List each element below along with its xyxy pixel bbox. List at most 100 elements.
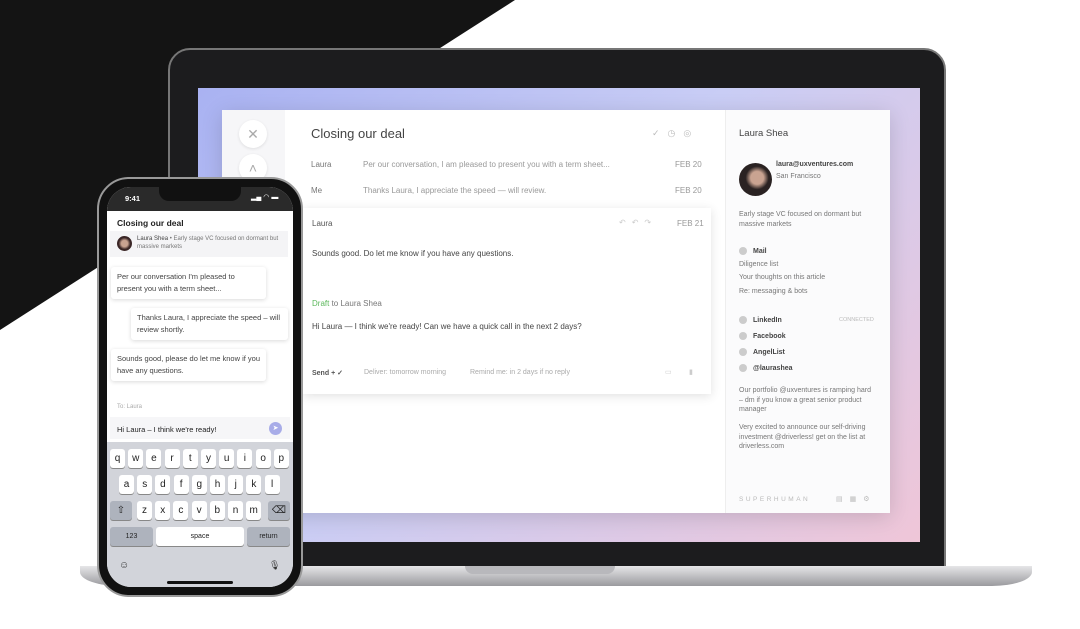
message-body: Sounds good. Do let me know if you have … — [312, 249, 514, 258]
key[interactable]: u — [219, 449, 235, 468]
key[interactable]: r — [164, 449, 180, 468]
angellist-icon — [739, 348, 747, 356]
home-indicator — [167, 581, 233, 584]
calendar-icon[interactable]: ▤ — [836, 496, 850, 503]
social-label: Facebook — [753, 332, 786, 340]
social-angellist[interactable]: AngelList — [739, 348, 785, 356]
laptop-notch — [465, 566, 615, 574]
attach-icon[interactable]: ▭ — [665, 368, 672, 376]
send-label: Send — [312, 370, 330, 377]
key[interactable]: i — [237, 449, 253, 468]
trash-icon[interactable]: ▮ — [689, 368, 693, 376]
contact-bio: Early stage VC focused on dormant but ma… — [739, 211, 862, 228]
key[interactable]: s — [137, 475, 153, 494]
key[interactable]: l — [264, 475, 280, 494]
send-icon[interactable]: ➤ — [269, 422, 282, 435]
key[interactable]: f — [173, 475, 189, 494]
tweet: Very excited to announce our self-drivin… — [739, 424, 866, 450]
social-label: LinkedIn — [753, 316, 782, 324]
key[interactable]: v — [191, 501, 207, 520]
sender: Me — [311, 186, 323, 195]
mail-item[interactable]: Your thoughts on this article — [739, 274, 825, 281]
mail-icon — [739, 247, 747, 255]
key[interactable]: k — [246, 475, 262, 494]
keyboard: q w e r t y u i o p a s d f g h j k l ⇧ z x c v b n m ⌫ 123 space retu… — [107, 442, 293, 587]
email-app: ✕ ˄ Closing our deal ✓◷◎ Laura Per our co… — [222, 110, 890, 513]
contact-panel: Laura Shea laura@uxventures.com San Fran… — [725, 110, 890, 513]
key[interactable]: a — [119, 475, 134, 494]
key[interactable]: o — [255, 449, 271, 468]
reply-all-icon[interactable]: ↶ — [632, 218, 645, 227]
preview: Per our conversation, I am pleased to pr… — [363, 160, 610, 169]
key[interactable]: q — [110, 449, 125, 468]
email-subject: Closing our deal — [311, 126, 405, 141]
key[interactable]: b — [209, 501, 225, 520]
status-icons: ▂▄ ◠ ▬ — [251, 194, 279, 201]
sender-name: Laura Shea — [137, 236, 169, 242]
twitter-icon — [739, 364, 747, 372]
key[interactable]: t — [182, 449, 198, 468]
date: FEB 21 — [677, 219, 704, 228]
tweet: Our portfolio @uxventures is ramping har… — [739, 387, 871, 413]
facebook-icon — [739, 332, 747, 340]
remind-option[interactable]: Remind me: in 2 days if no reply — [470, 369, 570, 376]
phone-notch — [159, 187, 241, 201]
avatar — [117, 236, 132, 251]
close-icon[interactable]: ✕ — [239, 120, 267, 148]
social-linkedin[interactable]: LinkedIn — [739, 316, 782, 324]
key[interactable]: j — [228, 475, 244, 494]
mail-item[interactable]: Diligence list — [739, 261, 778, 268]
header-actions[interactable]: ✓◷◎ — [652, 128, 699, 139]
key[interactable]: g — [191, 475, 207, 494]
phone: 9:41 ▂▄ ◠ ▬ Closing our deal Laura Shea … — [97, 177, 303, 597]
mail-item[interactable]: Re: messaging & bots — [739, 288, 807, 295]
gear-icon[interactable]: ⚙ — [863, 496, 876, 503]
key[interactable]: space — [156, 527, 244, 546]
key[interactable]: 123 — [110, 527, 153, 546]
brand-logo: SUPERHUMAN — [739, 496, 811, 503]
reply-icon[interactable]: ↶ — [619, 218, 632, 227]
recipient-field[interactable]: To: Laura — [117, 404, 142, 410]
contact-email[interactable]: laura@uxventures.com — [776, 161, 853, 168]
draft-recipient: to Laura Shea — [331, 299, 382, 308]
emoji-icon[interactable]: ☺ — [119, 560, 129, 571]
forward-icon[interactable]: ↷ — [644, 218, 657, 227]
social-facebook[interactable]: Facebook — [739, 332, 786, 340]
social-twitter[interactable]: @laurashea — [739, 364, 793, 372]
key[interactable]: return — [247, 527, 290, 546]
key[interactable]: m — [246, 501, 262, 520]
social-label: @laurashea — [753, 364, 793, 372]
key[interactable]: e — [146, 449, 162, 468]
key[interactable]: p — [273, 449, 289, 468]
date: FEB 20 — [675, 186, 702, 195]
reply-actions[interactable]: ↶↶↷ — [619, 218, 657, 227]
clock-icon[interactable]: ◷ — [668, 128, 684, 138]
snooze-icon[interactable]: ◎ — [683, 128, 699, 138]
preview: Thanks Laura, I appreciate the speed — w… — [363, 186, 547, 195]
compose-input[interactable]: Hi Laura – I think we're ready! — [117, 425, 216, 434]
message-bubble: Sounds good, please do let me know if yo… — [111, 349, 266, 381]
connected-badge: CONNECTED — [839, 317, 874, 323]
sender: Laura — [312, 219, 333, 228]
key[interactable]: c — [173, 501, 189, 520]
key[interactable]: d — [155, 475, 171, 494]
key[interactable]: x — [155, 501, 171, 520]
sender: Laura — [311, 160, 332, 169]
mail-label: Mail — [753, 247, 767, 255]
key[interactable]: w — [128, 449, 144, 468]
key[interactable]: h — [210, 475, 225, 494]
deliver-option[interactable]: Deliver: tomorrow morning — [364, 369, 446, 376]
key[interactable]: n — [228, 501, 243, 520]
send-button[interactable]: Send + ✓ — [312, 369, 343, 377]
check-icon[interactable]: ✓ — [652, 128, 668, 138]
key[interactable]: ⇧ — [110, 501, 132, 520]
phone-thread-title: Closing our deal — [117, 218, 184, 228]
microphone-icon[interactable]: 🎙 — [269, 560, 280, 571]
social-label: AngelList — [753, 348, 785, 356]
key[interactable]: ⌫ — [268, 501, 290, 520]
keyboard-icon[interactable]: ▦ — [850, 496, 864, 503]
linkedin-icon — [739, 316, 747, 324]
draft-body[interactable]: Hi Laura — I think we're ready! Can we h… — [312, 322, 582, 331]
key[interactable]: y — [201, 449, 216, 468]
key[interactable]: z — [137, 501, 152, 520]
